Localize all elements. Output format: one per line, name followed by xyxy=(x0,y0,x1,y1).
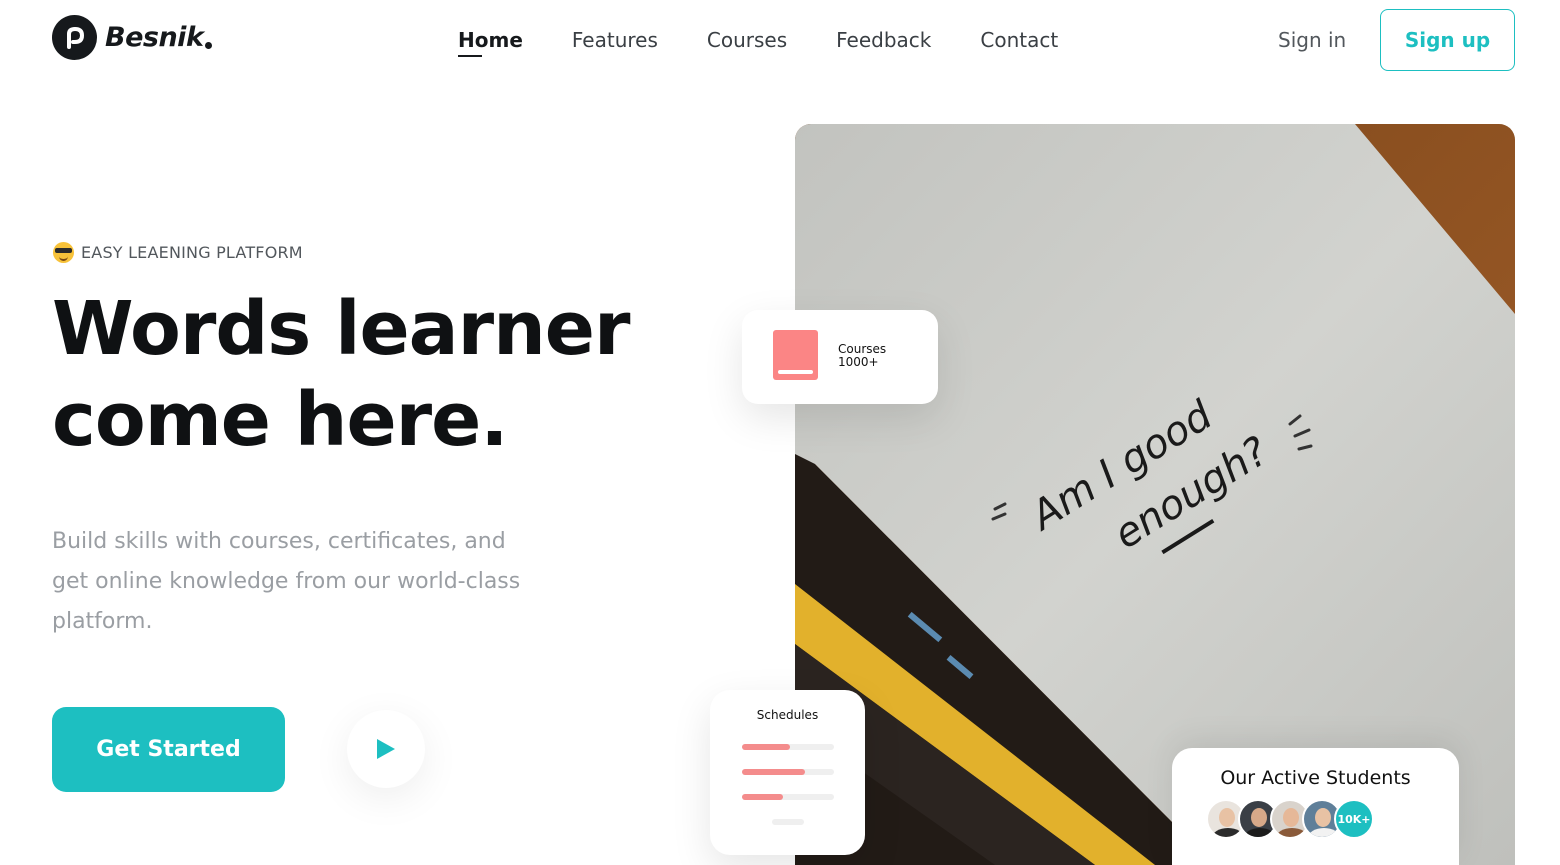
nav-courses[interactable]: Courses xyxy=(707,26,787,54)
main-nav: Home Features Courses Feedback Contact xyxy=(458,26,1058,57)
get-started-button[interactable]: Get Started xyxy=(52,707,285,792)
courses-label: Courses 1000+ xyxy=(838,343,886,369)
hero-headline: Words learner come here. xyxy=(52,284,702,466)
active-students-card[interactable]: Our Active Students 10K+ xyxy=(1172,748,1459,865)
schedules-title: Schedules xyxy=(756,708,819,722)
students-count-badge: 10K+ xyxy=(1334,799,1374,839)
schedules-card[interactable]: Schedules xyxy=(710,690,865,855)
nav-contact[interactable]: Contact xyxy=(980,26,1058,54)
schedule-placeholder-bar xyxy=(772,819,804,825)
tagline: EASY LEAENING PLATFORM xyxy=(53,242,303,263)
tagline-text: EASY LEAENING PLATFORM xyxy=(81,243,303,262)
schedule-progress-bar xyxy=(742,794,834,800)
courses-count: 1000+ xyxy=(838,355,879,369)
sign-up-button[interactable]: Sign up xyxy=(1380,9,1515,71)
schedule-progress-bar xyxy=(742,769,834,775)
student-avatars: 10K+ xyxy=(1206,799,1374,839)
schedule-progress-bar xyxy=(742,744,834,750)
nav-feedback[interactable]: Feedback xyxy=(836,26,931,54)
active-students-title: Our Active Students xyxy=(1220,767,1411,789)
book-icon xyxy=(773,330,818,380)
brand-name: Besnik xyxy=(105,22,204,53)
p-letter-icon xyxy=(52,15,97,60)
sign-in-link[interactable]: Sign in xyxy=(1278,26,1346,54)
headline-line-2: come here. xyxy=(52,377,508,463)
hero-subtitle: Build skills with courses, certificates,… xyxy=(52,529,521,634)
nav-home[interactable]: Home xyxy=(458,26,523,57)
play-icon xyxy=(377,739,395,759)
courses-card[interactable]: Courses 1000+ xyxy=(742,310,938,404)
courses-card-title: Courses xyxy=(838,342,887,356)
sunglasses-emoji-icon xyxy=(53,242,74,263)
brand-logo[interactable]: Besnik xyxy=(52,15,213,60)
nav-features[interactable]: Features xyxy=(572,26,658,54)
brand-dot xyxy=(205,42,213,49)
play-video-button[interactable] xyxy=(347,710,425,788)
headline-line-1: Words learner xyxy=(52,286,630,372)
